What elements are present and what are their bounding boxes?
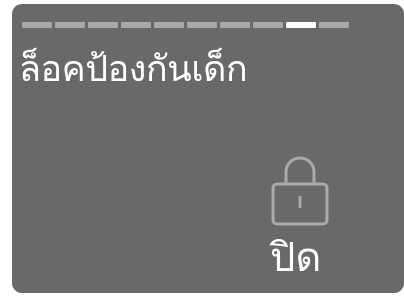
page-indicator-segment [319,22,349,28]
setting-state-value: ปิด [270,235,322,281]
page-indicator-segment [22,22,52,28]
child-lock-panel[interactable]: ล็อคป้องกันเด็ก ปิด [12,4,404,293]
page-indicator-segment [220,22,250,28]
page-indicator-segment [154,22,184,28]
page-indicator [22,22,349,28]
lock-keyhole [298,196,302,208]
page-indicator-segment [187,22,217,28]
page-indicator-segment [253,22,283,28]
page-indicator-segment-active [286,22,316,28]
page-indicator-segment [55,22,85,28]
page-indicator-segment [121,22,151,28]
lock-shackle [284,156,316,184]
lock-icon [271,156,329,226]
setting-title: ล็อคป้องกันเด็ก [19,49,248,90]
page-indicator-segment [88,22,118,28]
